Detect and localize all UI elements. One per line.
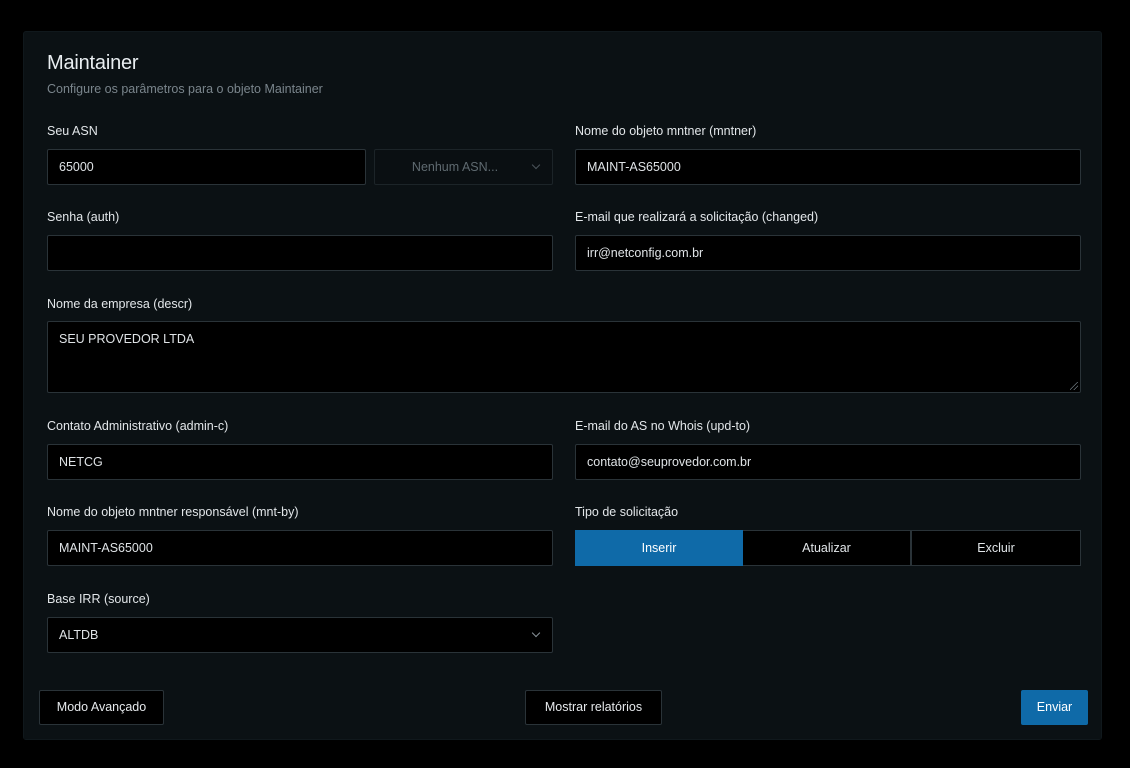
auth-label: Senha (auth) [47, 210, 120, 224]
mntner-label: Nome do objeto mntner (mntner) [575, 124, 757, 138]
upd-to-input[interactable] [575, 444, 1081, 480]
request-type-update-button[interactable]: Atualizar [743, 530, 911, 566]
asn-select[interactable]: Nenhum ASN... [374, 149, 553, 185]
request-type-label: Tipo de solicitação [575, 505, 679, 519]
changed-label: E-mail que realizará a solicitação (chan… [575, 210, 819, 224]
maintainer-card: Maintainer Configure os parâmetros para … [23, 31, 1102, 740]
asn-input[interactable] [47, 149, 366, 185]
request-type-delete-button[interactable]: Excluir [911, 530, 1081, 566]
chevron-down-icon [531, 160, 541, 170]
request-type-insert-button[interactable]: Inserir [575, 530, 743, 566]
show-reports-button[interactable]: Mostrar relatórios [525, 690, 662, 725]
mnt-by-input[interactable] [47, 530, 553, 566]
admin-c-label: Contato Administrativo (admin-c) [47, 419, 229, 433]
source-select-value: ALTDB [59, 628, 99, 642]
password-input[interactable] [47, 235, 553, 271]
changed-email-input[interactable] [575, 235, 1081, 271]
asn-select-value: Nenhum ASN... [411, 160, 499, 174]
descr-label: Nome da empresa (descr) [47, 297, 193, 311]
source-label: Base IRR (source) [47, 592, 150, 606]
advanced-mode-button[interactable]: Modo Avançado [39, 690, 164, 725]
submit-button[interactable]: Enviar [1021, 690, 1088, 725]
page-subtitle: Configure os parâmetros para o objeto Ma… [47, 82, 323, 96]
mnt-by-label: Nome do objeto mntner responsável (mnt-b… [47, 505, 299, 519]
source-select[interactable]: ALTDB [47, 617, 553, 653]
asn-label: Seu ASN [47, 124, 98, 138]
request-type-segmented: Inserir Atualizar Excluir [575, 530, 1081, 566]
mntner-input[interactable] [575, 149, 1081, 185]
chevron-down-icon [531, 628, 541, 638]
resize-handle-icon[interactable] [1070, 382, 1078, 390]
descr-textarea[interactable]: SEU PROVEDOR LTDA [47, 321, 1081, 393]
page-title: Maintainer [47, 52, 139, 74]
upd-to-label: E-mail do AS no Whois (upd-to) [575, 419, 751, 433]
admin-c-input[interactable] [47, 444, 553, 480]
card-footer: Modo Avançado Mostrar relatórios Enviar [24, 675, 1101, 739]
